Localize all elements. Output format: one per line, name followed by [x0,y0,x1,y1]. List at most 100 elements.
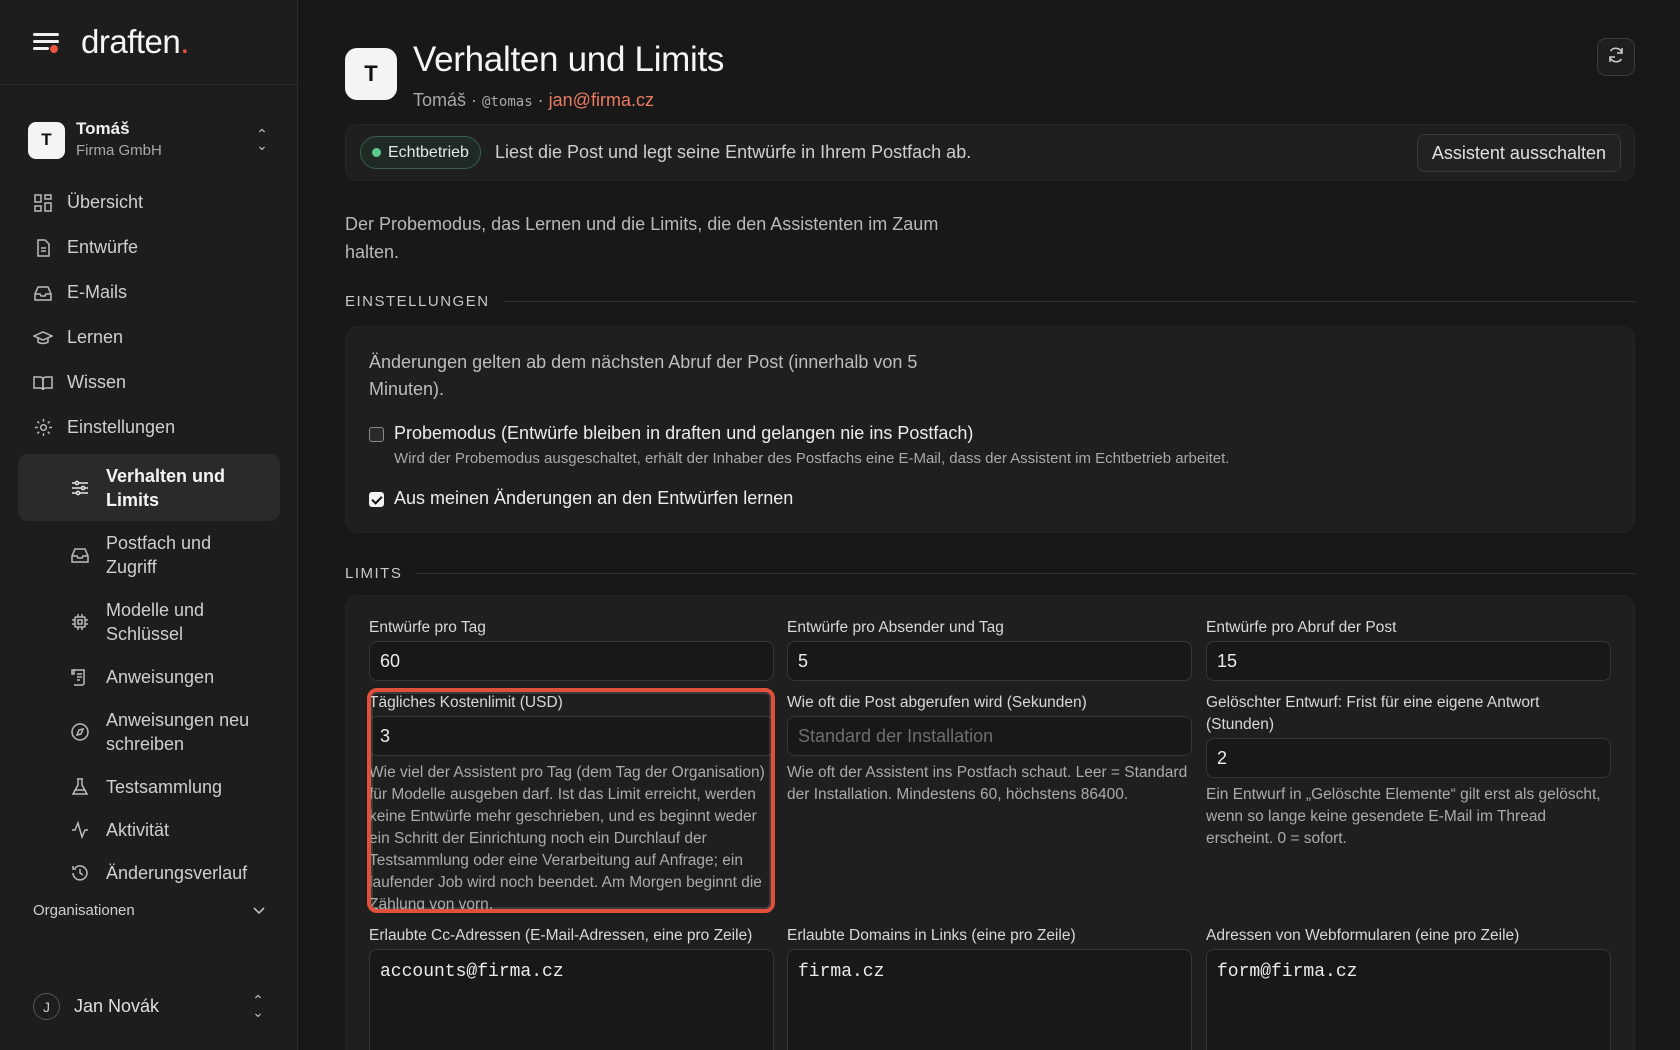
nav-item-settings[interactable]: Einstellungen [0,405,298,450]
nav-label: Übersicht [67,192,144,212]
sidebar-item-label: Aktivität [106,819,170,840]
sidebar-item-rewrite-instructions[interactable]: Anweisungen neu schreiben [18,698,280,765]
daily-cost-limit-label: Tägliches Kostenlimit (USD) [369,694,563,711]
sidebar-item-label: Modelle und Schlüssel [106,599,205,644]
brand-logo[interactable]: draften. [81,23,189,61]
mailbox-email-link[interactable]: jan@firma.cz [549,90,654,110]
nav-item-knowledge[interactable]: Wissen [0,360,298,405]
allowed-cc-textarea[interactable]: accounts@firma.cz [369,949,774,1050]
nav-item-learn[interactable]: Lernen [0,315,298,360]
drafts-per-day-input[interactable]: 60 [369,641,774,681]
section-title: LIMITS [345,565,403,582]
refresh-icon [1607,46,1625,69]
mailbox-avatar: T [345,48,397,100]
webform-addresses-textarea[interactable]: form@firma.cz [1206,949,1611,1050]
trial-mode-label: Probemodus (Entwürfe bleiben in draften … [394,423,974,443]
page-intro: Der Probemodus, das Lernen und die Limit… [345,214,939,262]
drafts-per-day-label: Entwürfe pro Tag [369,619,486,636]
deleted-draft-grace-input[interactable]: 2 [1206,738,1611,778]
drafts-per-fetch-input[interactable]: 15 [1206,641,1611,681]
sliders-icon [70,478,90,498]
learn-checkbox[interactable] [369,492,384,507]
chip-icon [70,612,90,632]
limits-panel: Entwürfe pro Tag 60 Entwürfe pro Absende… [345,595,1635,1050]
brand-bar: draften. [0,0,297,85]
nav-label: Entwürfe [67,237,139,257]
poll-interval-input[interactable]: Standard der Installation [787,716,1192,756]
trial-mode-checkbox[interactable] [369,427,384,442]
trial-mode-option[interactable]: Probemodus (Entwürfe bleiben in draften … [369,423,1229,467]
gear-icon [33,418,53,438]
section-limits-heading: LIMITS [345,565,1635,582]
sidebar-item-activity[interactable]: Aktivität [18,808,280,851]
sidebar-item-change-history[interactable]: Änderungsverlauf [18,851,280,894]
daily-cost-limit-input[interactable]: 3 [369,716,774,756]
status-badge: Echtbetrieb [360,136,481,169]
nav-item-drafts[interactable]: Entwürfe [0,225,298,270]
separator: · [471,90,478,110]
section-settings-heading: EINSTELLUNGEN [345,293,1635,310]
drafts-per-sender-input[interactable]: 5 [787,641,1192,681]
document-icon [33,238,53,258]
account-name: Tomáš [76,119,130,139]
trial-mode-help: Wird der Probemodus ausgeschaltet, erhäl… [394,450,1230,467]
inbox-icon [33,283,53,303]
organisations-toggle[interactable]: Organisationen [33,902,265,919]
page-header: T Verhalten und Limits Tomáš · @tomas · … [345,40,724,111]
page-title: Verhalten und Limits [413,40,725,79]
learn-label: Aus meinen Änderungen an den Entwürfen l… [394,488,794,508]
user-name: Jan Novák [74,996,160,1016]
account-avatar: T [28,121,65,159]
drafts-per-fetch-field: Entwürfe pro Abruf der Post 15 [1206,617,1611,681]
section-title: EINSTELLUNGEN [345,293,490,310]
nav-label: Einstellungen [67,417,176,437]
deleted-draft-grace-label: Gelöschter Entwurf: Frist für eine eigen… [1206,694,1540,733]
chevron-updown-icon: ⌃ ⌄ [252,992,264,1020]
webform-addresses-label: Adressen von Webformularen (eine pro Zei… [1206,927,1520,944]
sidebar-item-label: Postfach und Zugriff [106,532,212,577]
sidebar-item-label: Änderungsverlauf [106,862,248,883]
history-icon [70,863,90,883]
nav-item-overview[interactable]: Übersicht [0,180,298,225]
drafts-per-sender-field: Entwürfe pro Absender und Tag 5 [787,617,1192,681]
status-bar: Echtbetrieb Liest die Post und legt sein… [345,124,1635,181]
learn-option[interactable]: Aus meinen Änderungen an den Entwürfen l… [369,488,793,509]
settings-note: Änderungen gelten ab dem nächsten Abruf … [369,352,918,399]
sidebar-item-testsuite[interactable]: Testsammlung [18,765,280,808]
disable-assistant-button[interactable]: Assistent ausschalten [1416,134,1621,172]
sidebar-item-mailbox-access[interactable]: Postfach und Zugriff [18,521,280,588]
sidebar-item-label: Testsammlung [106,776,223,797]
sidebar-item-instructions[interactable]: Anweisungen [18,655,280,698]
allowed-cc-label: Erlaubte Cc-Adressen (E-Mail-Adressen, e… [369,927,753,944]
poll-interval-label: Wie oft die Post abgerufen wird (Sekunde… [787,694,1087,711]
activity-icon [70,820,90,840]
sidebar-item-label: Verhalten und Limits [106,465,226,510]
sidebar-item-models-keys[interactable]: Modelle und Schlüssel [18,588,280,655]
mailbox-handle: @tomas [482,94,533,110]
user-avatar: J [33,993,60,1020]
separator: · [537,90,544,110]
user-menu[interactable]: J Jan Novák ⌃ ⌄ [33,993,265,1020]
allowed-domains-textarea[interactable]: firma.cz [787,949,1192,1050]
status-dot [372,148,381,157]
inbox-icon [70,545,90,565]
webform-addresses-field: Adressen von Webformularen (eine pro Zei… [1206,925,1611,1050]
sidebar: draften. T Tomáš Firma GmbH ⌃ ⌄ Übersicht… [0,0,298,1050]
nav-label: Lernen [67,327,124,347]
refresh-button[interactable] [1597,38,1635,76]
allowed-cc-field: Erlaubte Cc-Adressen (E-Mail-Adressen, e… [369,925,774,1050]
sidebar-item-behavior-limits[interactable]: Verhalten und Limits [18,454,280,521]
sidebar-item-label: Anweisungen neu schreiben [106,709,250,754]
menu-icon[interactable] [33,31,59,53]
daily-cost-limit-help: Wie viel der Assistent pro Tag (dem Tag … [369,764,765,913]
deleted-draft-grace-help: Ein Entwurf in „Gelöschte Elemente“ gilt… [1206,786,1601,847]
account-switcher[interactable]: T Tomáš Firma GmbH ⌃ ⌄ [0,116,297,164]
chevron-down-icon [253,902,265,919]
poll-interval-field: Wie oft die Post abgerufen wird (Sekunde… [787,692,1192,806]
deleted-draft-grace-field: Gelöschter Entwurf: Frist für eine eigen… [1206,692,1611,850]
main-nav: Übersicht Entwürfe E-Mails Lernen Wissen [0,180,298,894]
account-org: Firma GmbH [76,142,162,160]
nav-item-emails[interactable]: E-Mails [0,270,298,315]
dashboard-icon [33,193,53,213]
graduation-cap-icon [33,328,53,348]
